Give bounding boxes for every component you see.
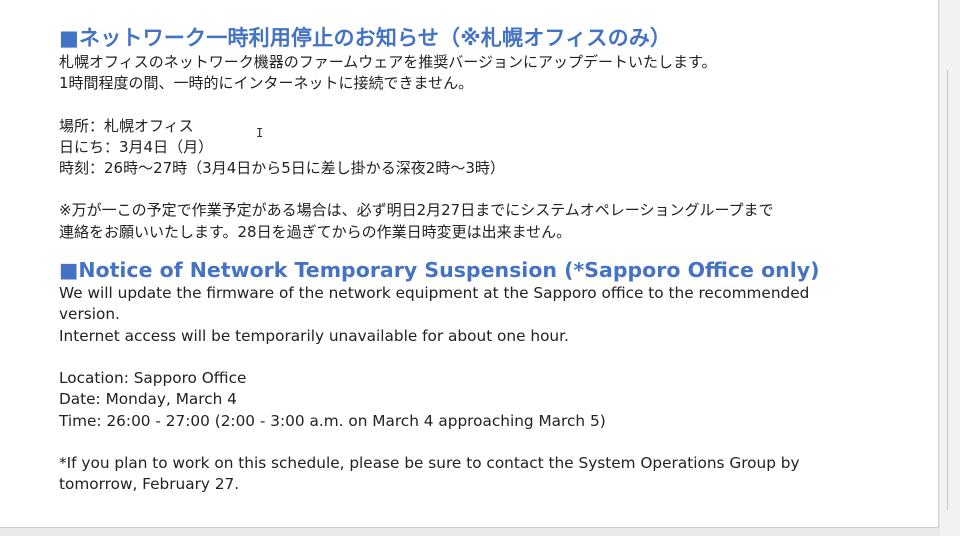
- notice-body-en-line-1: We will update the firmware of the netwo…: [59, 284, 810, 303]
- location-jp: 場所：札幌オフィス: [59, 116, 194, 135]
- notice-title-jp: ■ネットワーク一時利用停止のお知らせ（※札幌オフィスのみ）: [59, 26, 672, 50]
- date-en: Date: Monday, March 4: [59, 390, 237, 409]
- text-cursor-icon: I: [256, 126, 264, 140]
- notice-body-en-line-2: version.: [59, 305, 120, 324]
- date-jp: 日にち：3月4日（月）: [59, 137, 214, 156]
- note-en-line-1: *If you plan to work on this schedule, p…: [59, 453, 800, 472]
- notice-body-jp-line-2: 1時間程度の間、一時的にインターネットに接続できません。: [59, 74, 474, 93]
- notice-body-en-line-3: Internet access will be temporarily unav…: [59, 326, 569, 345]
- time-en: Time: 26:00 - 27:00 (2:00 - 3:00 a.m. on…: [59, 411, 606, 430]
- vertical-scrollbar[interactable]: [940, 0, 960, 536]
- note-jp-line-2: 連絡をお願いいたします。28日を過ぎてからの作業日時変更は出来ません。: [59, 222, 572, 241]
- location-en: Location: Sapporo Office: [59, 368, 247, 387]
- notice-title-en: ■Notice of Network Temporary Suspension …: [59, 258, 820, 283]
- document-content[interactable]: ■ネットワーク一時利用停止のお知らせ（※札幌オフィスのみ） 札幌オフィスのネット…: [59, 24, 929, 495]
- note-en-line-2: tomorrow, February 27.: [59, 475, 240, 494]
- time-jp: 時刻：26時～27時（3月4日から5日に差し掛かる深夜2時～3時）: [59, 159, 505, 178]
- notice-body-jp-line-1: 札幌オフィスのネットワーク機器のファームウェアを推奨バージョンにアップデートいた…: [59, 53, 717, 71]
- note-jp-line-1: ※万が一この予定で作業予定がある場合は、必ず明日2月27日までにシステムオペレー…: [59, 201, 774, 220]
- scrollbar-divider: [947, 70, 948, 510]
- document-page[interactable]: ■ネットワーク一時利用停止のお知らせ（※札幌オフィスのみ） 札幌オフィスのネット…: [0, 0, 939, 528]
